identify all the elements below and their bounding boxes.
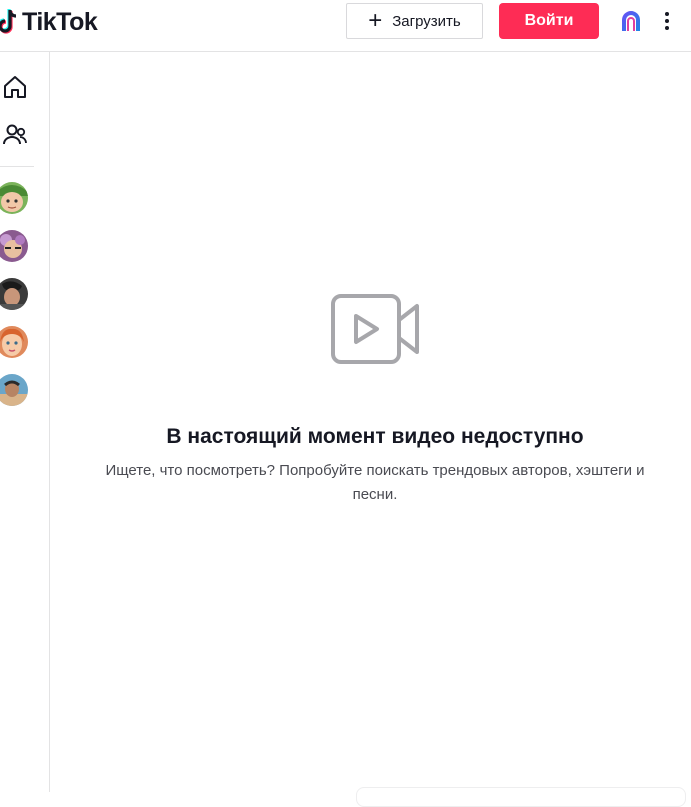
bottom-card xyxy=(356,787,686,807)
avatar[interactable] xyxy=(0,374,28,406)
unavailable-description: Ищете, что посмотреть? Попробуйте поиска… xyxy=(105,462,645,503)
following-icon[interactable] xyxy=(2,122,28,148)
logo-text: TikTok xyxy=(22,7,98,36)
unavailable-title: В настоящий момент видео недоступно xyxy=(166,425,584,448)
upload-button[interactable]: + Загрузить xyxy=(346,3,483,39)
sidebar xyxy=(0,52,50,792)
avatar[interactable] xyxy=(0,230,28,262)
top-bar: TikTok + Загрузить Войти xyxy=(0,0,691,52)
video-camera-icon xyxy=(331,294,419,364)
login-button[interactable]: Войти xyxy=(499,3,599,39)
upload-button-label: Загрузить xyxy=(392,12,461,30)
tiktok-logo[interactable]: TikTok xyxy=(0,6,98,38)
app-icon[interactable] xyxy=(619,9,643,33)
home-icon[interactable] xyxy=(2,74,28,100)
main-content: В настоящий момент видео недоступно Ищет… xyxy=(51,53,691,807)
more-options-icon[interactable] xyxy=(658,9,676,33)
sidebar-divider xyxy=(0,166,34,167)
plus-icon: + xyxy=(368,7,383,34)
avatar[interactable] xyxy=(0,326,28,358)
tiktok-logo-icon xyxy=(0,9,17,34)
avatar[interactable] xyxy=(0,182,28,214)
avatar[interactable] xyxy=(0,278,28,310)
